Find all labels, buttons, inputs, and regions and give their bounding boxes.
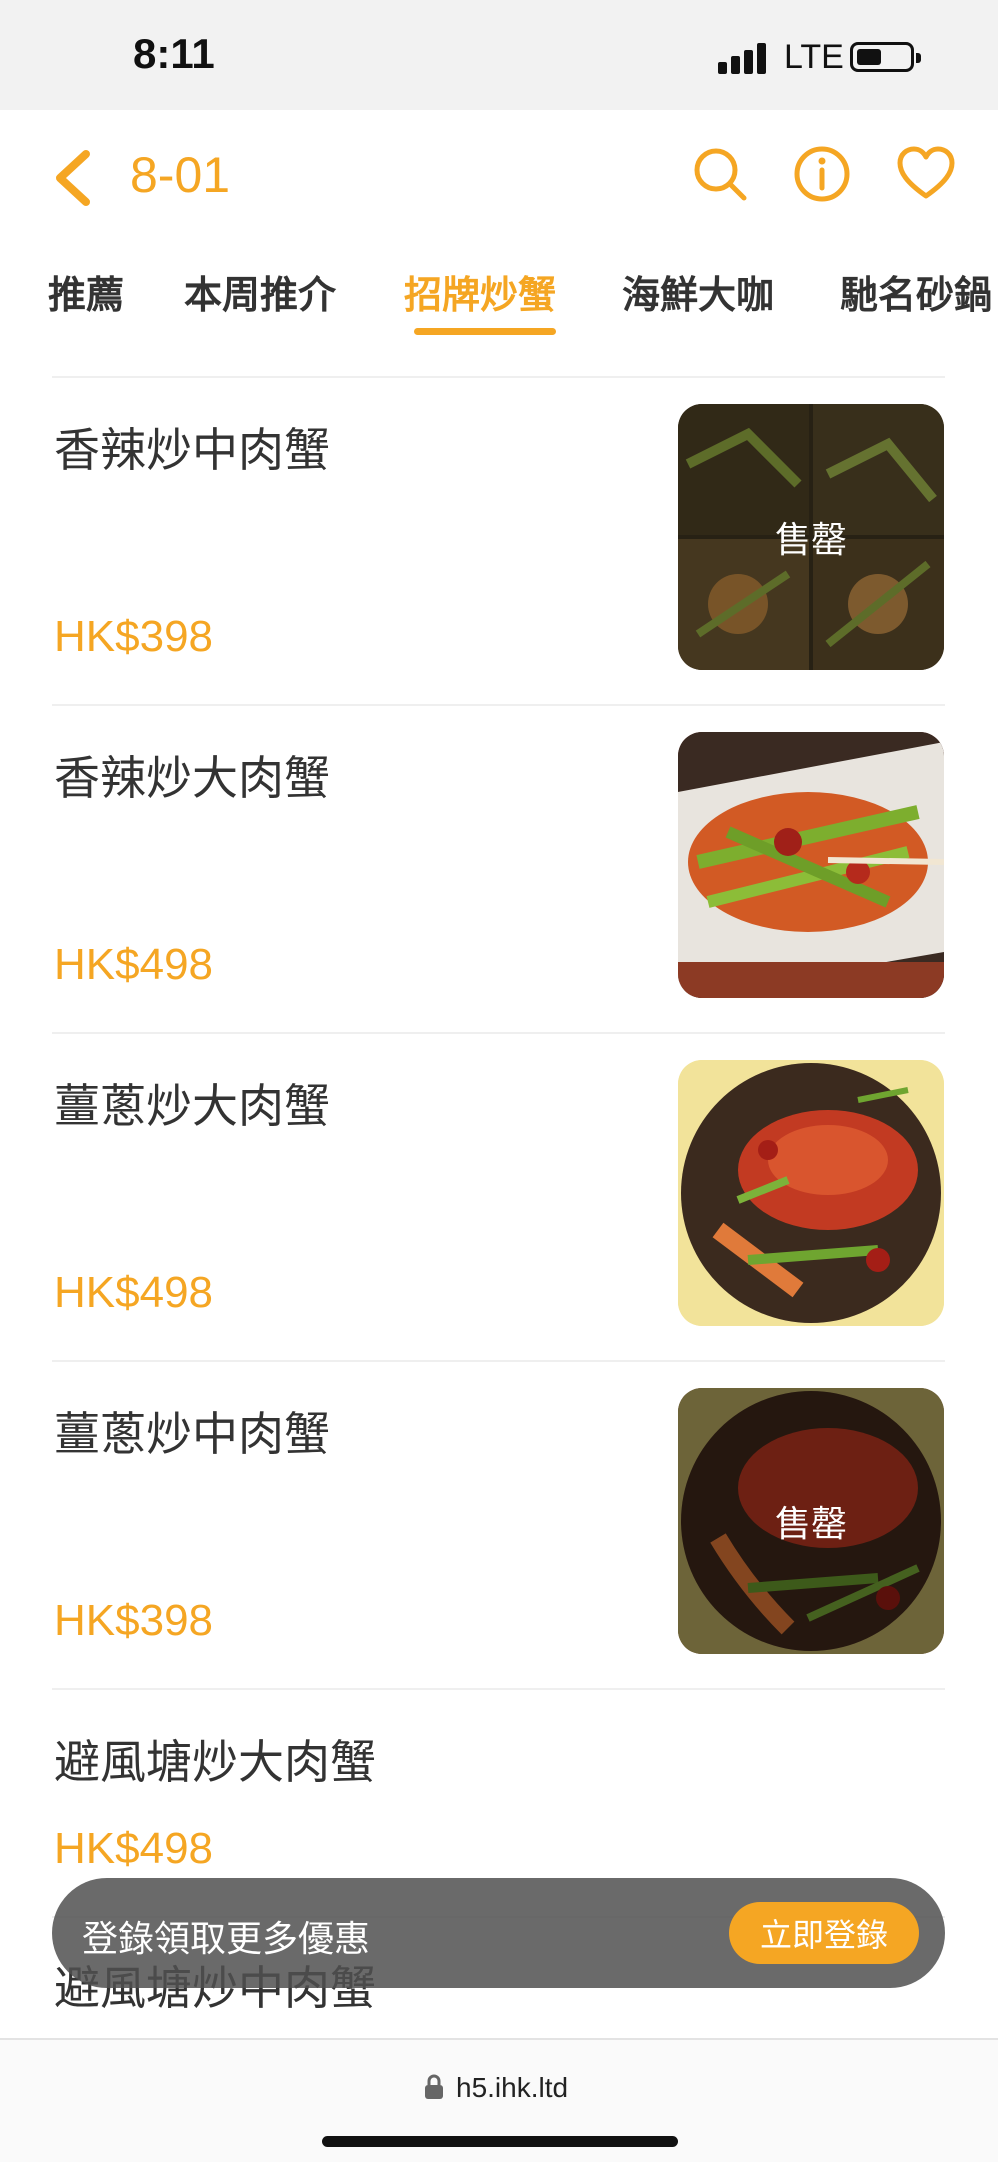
sold-out-label: 售罄	[678, 404, 944, 670]
item-price: HK$398	[54, 612, 214, 661]
sold-out-label: 售罄	[678, 1388, 944, 1654]
item-price: HK$398	[54, 1596, 214, 1645]
menu-item[interactable]: 薑蔥炒中肉蟹 HK$398 售罄	[0, 1360, 998, 1688]
app-header: 8-01	[0, 110, 998, 240]
url-text: h5.ihk.ltd	[456, 2072, 569, 2103]
item-name: 薑蔥炒中肉蟹	[54, 1407, 330, 1461]
back-icon[interactable]	[48, 146, 100, 210]
item-price: HK$498	[54, 940, 214, 989]
tab-signature-crab[interactable]: 招牌炒蟹	[404, 264, 556, 319]
item-photo: 售罄	[678, 404, 944, 670]
item-photo	[678, 732, 944, 998]
item-name: 香辣炒大肉蟹	[54, 751, 330, 805]
page-title: 8-01	[130, 147, 231, 203]
signal-icon	[718, 42, 772, 74]
network-label: LTE	[784, 38, 844, 76]
menu-item[interactable]: 薑蔥炒大肉蟹 HK$498	[0, 1032, 998, 1360]
login-button[interactable]: 立即登錄	[729, 1902, 919, 1964]
status-bar: 8:11 LTE	[0, 0, 998, 110]
item-name: 薑蔥炒大肉蟹	[54, 1079, 330, 1133]
battery-icon	[850, 42, 921, 72]
active-tab-indicator	[414, 328, 556, 335]
status-time: 8:11	[133, 30, 215, 77]
lock-icon	[425, 2074, 443, 2099]
item-photo: 售罄	[678, 1388, 944, 1654]
login-banner-text: 登錄領取更多優惠	[82, 1919, 371, 1960]
home-indicator[interactable]	[322, 2136, 678, 2147]
login-banner: 登錄領取更多優惠 立即登錄	[52, 1878, 945, 1988]
item-price: HK$498	[54, 1268, 214, 1317]
item-photo	[678, 1060, 944, 1326]
search-icon[interactable]	[690, 144, 750, 204]
menu-item[interactable]: 香辣炒大肉蟹 HK$498	[0, 704, 998, 1032]
tab-weekly[interactable]: 本周推介	[184, 264, 336, 319]
category-tabs: 推薦 本周推介 招牌炒蟹 海鮮大咖 馳名砂鍋	[0, 240, 998, 340]
info-icon[interactable]	[792, 144, 852, 204]
tab-claypot[interactable]: 馳名砂鍋	[840, 264, 992, 319]
browser-url-bar[interactable]: h5.ihk.ltd	[0, 2038, 998, 2162]
tab-recommended[interactable]: 推薦	[48, 264, 124, 319]
tab-seafood[interactable]: 海鮮大咖	[622, 264, 774, 319]
item-name: 避風塘炒大肉蟹	[54, 1735, 376, 1789]
menu-item[interactable]: 香辣炒中肉蟹 HK$398 售罄	[0, 376, 998, 704]
item-price: HK$498	[54, 1824, 214, 1873]
heart-icon[interactable]	[896, 144, 956, 204]
item-name: 香辣炒中肉蟹	[54, 423, 330, 477]
